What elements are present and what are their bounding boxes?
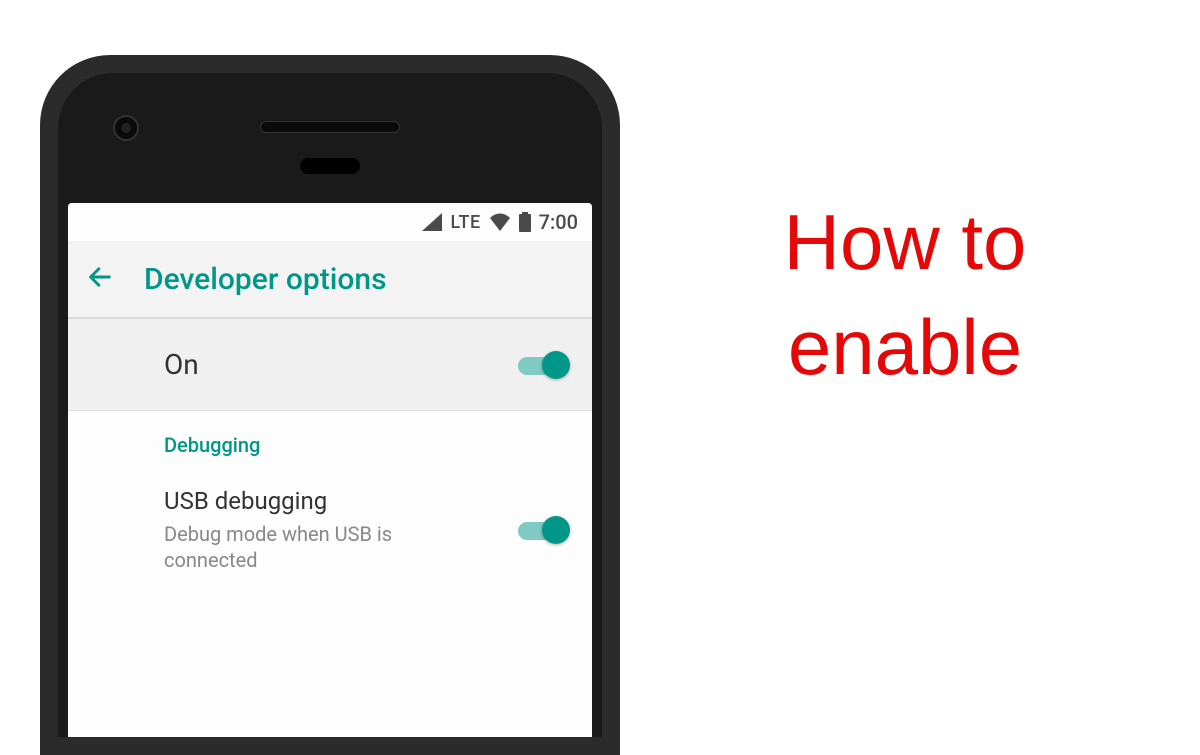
hero-caption: How to enable (670, 190, 1140, 401)
master-toggle-row[interactable]: On (68, 319, 592, 411)
phone-bezel: LTE 7:00 Developer options On (58, 73, 602, 737)
battery-icon (519, 212, 531, 232)
master-toggle-label: On (164, 348, 199, 381)
wifi-icon (489, 213, 511, 231)
app-bar: Developer options (68, 241, 592, 319)
proximity-sensor (300, 158, 360, 174)
section-header-debugging: Debugging (68, 411, 592, 467)
hero-line-1: How to (670, 190, 1140, 295)
cell-signal-icon (422, 213, 442, 231)
status-bar: LTE 7:00 (68, 203, 592, 241)
page-title: Developer options (144, 262, 387, 297)
back-arrow-icon[interactable] (86, 263, 114, 295)
phone-screen: LTE 7:00 Developer options On (68, 203, 592, 737)
usb-debugging-toggle-switch[interactable] (518, 516, 570, 544)
usb-debugging-text: USB debugging Debug mode when USB is con… (164, 487, 518, 573)
front-camera (113, 115, 139, 141)
network-type-label: LTE (450, 212, 480, 233)
usb-debugging-title: USB debugging (164, 487, 502, 515)
earpiece-speaker (260, 121, 400, 133)
phone-frame: LTE 7:00 Developer options On (40, 55, 620, 755)
usb-debugging-subtitle: Debug mode when USB is connected (164, 521, 424, 573)
clock-label: 7:00 (539, 210, 578, 234)
master-toggle-switch[interactable] (518, 351, 570, 379)
hero-line-2: enable (670, 295, 1140, 400)
usb-debugging-row[interactable]: USB debugging Debug mode when USB is con… (68, 467, 592, 585)
